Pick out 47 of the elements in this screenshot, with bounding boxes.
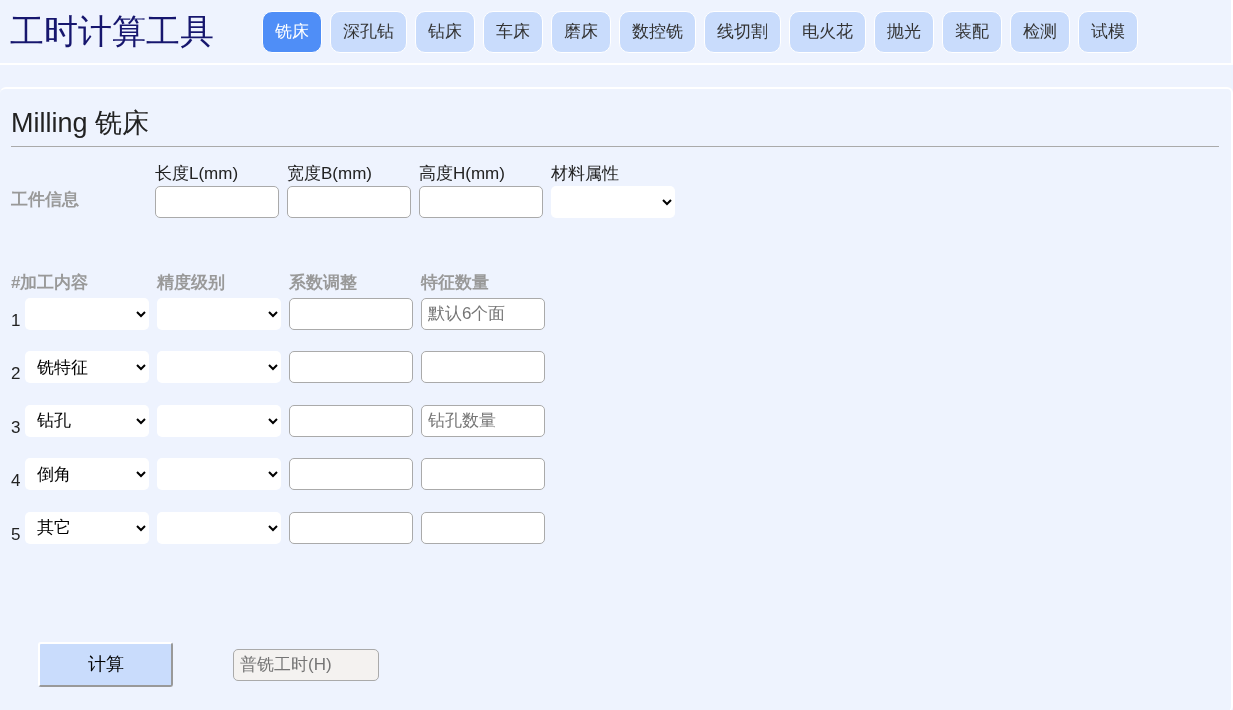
tab[interactable]: 车床 bbox=[483, 10, 543, 53]
input-field[interactable] bbox=[287, 186, 411, 218]
section-title: Milling 铣床 bbox=[11, 103, 1219, 147]
tab[interactable]: 试模 bbox=[1078, 10, 1138, 53]
input-field[interactable]: 钻孔数量 bbox=[421, 404, 545, 437]
row-number: 3 bbox=[11, 416, 22, 439]
row-number: 4 bbox=[11, 470, 22, 492]
input-field[interactable] bbox=[155, 186, 279, 218]
dropdown[interactable]: 铣特征 bbox=[25, 351, 149, 383]
input-field[interactable] bbox=[421, 511, 545, 544]
input-field[interactable] bbox=[289, 458, 413, 490]
column-header: 加工内容 bbox=[20, 272, 89, 294]
dropdown[interactable]: 倒角 bbox=[25, 458, 149, 490]
input-field[interactable] bbox=[289, 404, 413, 437]
tab[interactable]: 电火花 bbox=[789, 10, 866, 53]
result-field[interactable]: 普铣工时(H) bbox=[233, 648, 379, 681]
input-field[interactable] bbox=[421, 458, 545, 490]
field-label: 宽度B(mm) bbox=[287, 162, 373, 185]
tab[interactable]: 检测 bbox=[1010, 10, 1070, 53]
tab[interactable]: 深孔钻 bbox=[330, 10, 407, 53]
column-header: 系数调整 bbox=[289, 272, 358, 294]
calculate-button[interactable]: 计算 bbox=[38, 642, 173, 687]
row-number: 5 bbox=[11, 523, 22, 546]
app-title: 工时计算工具 bbox=[10, 11, 214, 52]
tab[interactable]: 数控铣 bbox=[619, 10, 696, 53]
tab[interactable]: 钻床 bbox=[415, 10, 475, 53]
field-label: 材料属性 bbox=[551, 162, 620, 185]
row-label: 工件信息 bbox=[11, 188, 80, 211]
dropdown[interactable]: 钻孔 bbox=[25, 404, 149, 437]
field-label: 长度L(mm) bbox=[155, 162, 240, 185]
input-field[interactable] bbox=[289, 351, 413, 383]
tab[interactable]: 线切割 bbox=[704, 10, 781, 53]
input-field[interactable] bbox=[421, 351, 545, 383]
input-field[interactable] bbox=[289, 297, 413, 330]
tab[interactable]: 磨床 bbox=[551, 10, 611, 53]
dropdown[interactable]: 其它 bbox=[25, 511, 149, 544]
input-field[interactable] bbox=[419, 186, 543, 218]
column-header: # bbox=[11, 272, 21, 294]
field-label: 高度H(mm) bbox=[419, 162, 506, 185]
input-field[interactable]: 默认6个面 bbox=[421, 297, 545, 330]
input-field[interactable] bbox=[289, 511, 413, 544]
column-header: 特征数量 bbox=[421, 272, 490, 294]
tab[interactable]: 抛光 bbox=[874, 10, 934, 53]
row-number: 1 bbox=[11, 309, 22, 332]
tab[interactable]: 装配 bbox=[942, 10, 1002, 53]
column-header: 精度级别 bbox=[157, 272, 226, 294]
row-number: 2 bbox=[11, 363, 22, 385]
